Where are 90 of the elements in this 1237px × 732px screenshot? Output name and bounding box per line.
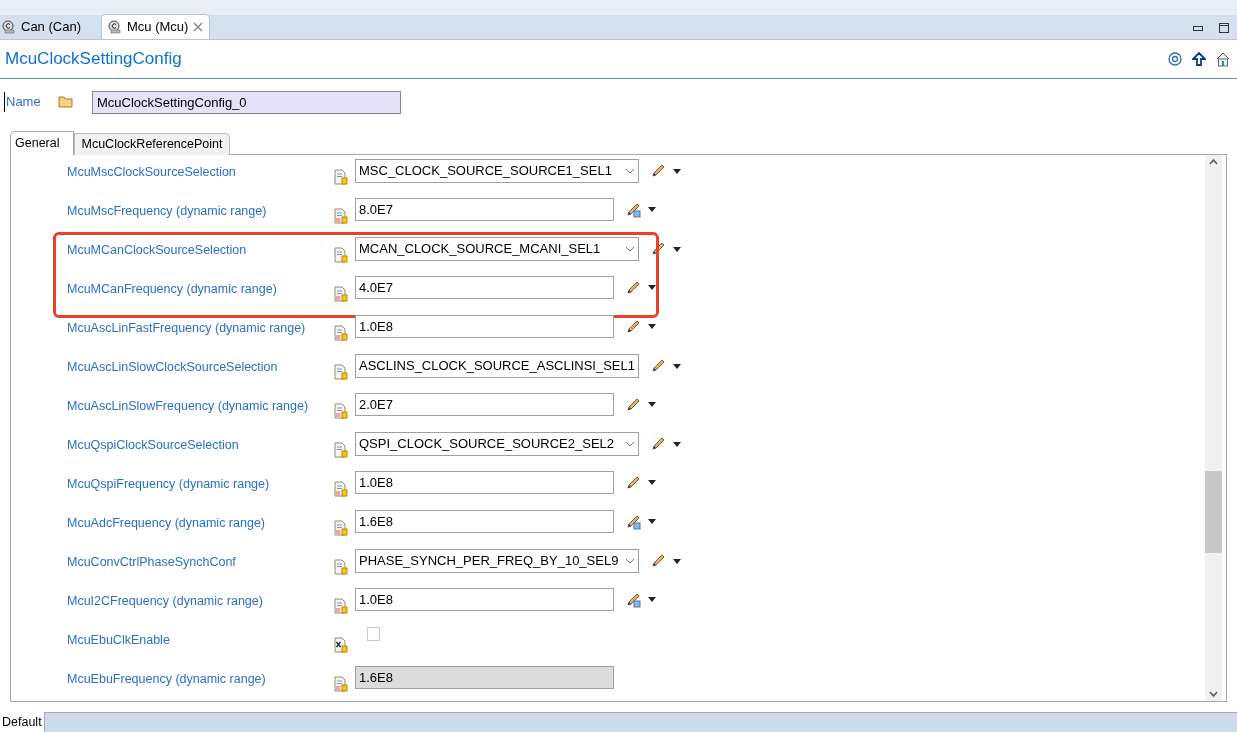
field-label: McuQspiFrequency (dynamic range) (67, 476, 271, 493)
up-arrow-icon[interactable] (1192, 52, 1206, 66)
field-label: McuQspiClockSourceSelection (67, 437, 240, 454)
name-label: Name (4, 92, 40, 112)
caret-icon[interactable] (648, 402, 656, 407)
status-label: Default (1, 713, 43, 731)
dropdown-field[interactable]: MCAN_CLOCK_SOURCE_MCANI_SEL1 (355, 237, 639, 261)
numeric-document-icon (334, 208, 348, 224)
chevron-down-icon (625, 168, 635, 174)
document-icon (334, 559, 348, 575)
dropdown-field[interactable]: QSPI_CLOCK_SOURCE_SOURCE2_SEL2 (355, 432, 639, 456)
pencil-icon[interactable] (625, 279, 641, 296)
caret-icon[interactable] (648, 324, 656, 329)
input-field[interactable]: 1.0E8 (355, 471, 614, 494)
numeric-document-icon (334, 481, 348, 497)
name-field[interactable]: McuClockSettingConfig_0 (92, 90, 401, 114)
chevron-down-icon (625, 246, 635, 252)
dropdown-field[interactable]: ASCLINS_CLOCK_SOURCE_ASCLINSI_SEL1 (355, 354, 639, 378)
document-icon (334, 364, 348, 380)
field-label: McuAscLinSlowClockSourceSelection (67, 359, 279, 376)
pencil-icon[interactable] (650, 553, 666, 569)
caret-icon[interactable] (673, 558, 681, 564)
input-field[interactable]: 1.6E8 (355, 510, 614, 533)
numeric-document-icon (334, 676, 348, 692)
caret-icon[interactable] (673, 441, 681, 447)
caret-icon[interactable] (648, 480, 656, 485)
scroll-up-icon[interactable] (1209, 159, 1218, 165)
input-field[interactable]: 1.0E8 (355, 315, 614, 338)
caret-icon[interactable] (673, 246, 681, 252)
caret-icon[interactable] (648, 519, 656, 524)
editor-tab[interactable]: Can (Can) (0, 14, 101, 39)
field-label: McuI2CFrequency (dynamic range) (67, 593, 264, 610)
pencil-icon[interactable] (650, 358, 666, 374)
document-icon (334, 247, 348, 263)
caret-icon[interactable] (648, 285, 656, 290)
maximize-icon[interactable] (1219, 23, 1229, 33)
dropdown-field[interactable]: MSC_CLOCK_SOURCE_SOURCE1_SEL1 (355, 159, 639, 183)
field-label: McuMscFrequency (dynamic range) (67, 203, 268, 220)
numeric-document-icon (334, 286, 348, 302)
component-icon (107, 20, 122, 34)
scroll-thumb[interactable] (1205, 471, 1222, 553)
scrollbar[interactable] (1205, 155, 1222, 701)
pencil-icon[interactable] (625, 474, 641, 491)
field-label: McuEbuClkEnable (67, 632, 171, 649)
field-label: McuMCanClockSourceSelection (67, 242, 248, 259)
section-tab[interactable]: General (10, 131, 75, 155)
input-field[interactable]: 2.0E7 (355, 393, 614, 416)
editor-tab[interactable]: Mcu (Mcu) (100, 14, 211, 39)
field-label: McuConvCtrlPhaseSynchConf (67, 554, 237, 571)
input-field[interactable]: 1.6E8 (355, 666, 614, 689)
pencil-icon[interactable] (625, 396, 641, 413)
scroll-down-icon[interactable] (1209, 691, 1218, 697)
numeric-document-icon (334, 520, 348, 536)
minimize-icon[interactable] (1193, 25, 1203, 31)
close-icon[interactable] (193, 22, 204, 32)
input-field[interactable]: 1.0E8 (355, 588, 614, 611)
numeric-document-icon (334, 403, 348, 419)
field-label: McuAscLinSlowFrequency (dynamic range) (67, 398, 310, 415)
pencil-icon[interactable] (650, 436, 666, 452)
dropdown-field[interactable]: PHASE_SYNCH_PER_FREQ_BY_10_SEL9 (355, 549, 639, 573)
component-icon (2, 19, 16, 34)
caret-icon[interactable] (673, 363, 681, 369)
document-icon (334, 442, 348, 458)
numeric-document-icon (334, 325, 348, 341)
pencil-calculator-icon[interactable] (625, 201, 641, 218)
numeric-document-icon (334, 598, 348, 614)
field-label: McuMCanFrequency (dynamic range) (67, 281, 278, 298)
pencil-icon[interactable] (625, 318, 641, 335)
section-tab[interactable]: McuClockReferencePoint (74, 133, 230, 155)
input-field[interactable]: 4.0E7 (355, 276, 614, 299)
caret-icon[interactable] (648, 207, 656, 212)
document-icon (334, 169, 348, 185)
folder-icon (58, 96, 74, 108)
field-label: McuAdcFrequency (dynamic range) (67, 515, 266, 532)
caret-icon[interactable] (673, 168, 681, 174)
pencil-calculator-icon[interactable] (625, 513, 641, 530)
caret-icon[interactable] (648, 597, 656, 602)
field-label: McuAscLinFastFrequency (dynamic range) (67, 320, 307, 337)
pencil-icon[interactable] (650, 163, 666, 179)
input-field[interactable]: 8.0E7 (355, 198, 614, 221)
boolean-document-icon (334, 637, 348, 653)
field-label: McuMscClockSourceSelection (67, 164, 237, 181)
checkbox[interactable] (367, 627, 380, 641)
field-label: McuEbuFrequency (dynamic range) (67, 671, 267, 688)
pencil-calculator-icon[interactable] (625, 591, 641, 608)
pencil-icon[interactable] (650, 241, 666, 257)
chevron-down-icon (625, 441, 635, 447)
chevron-down-icon (625, 558, 635, 564)
home-icon[interactable] (1216, 51, 1230, 67)
page-title: McuClockSettingConfig (5, 48, 182, 71)
